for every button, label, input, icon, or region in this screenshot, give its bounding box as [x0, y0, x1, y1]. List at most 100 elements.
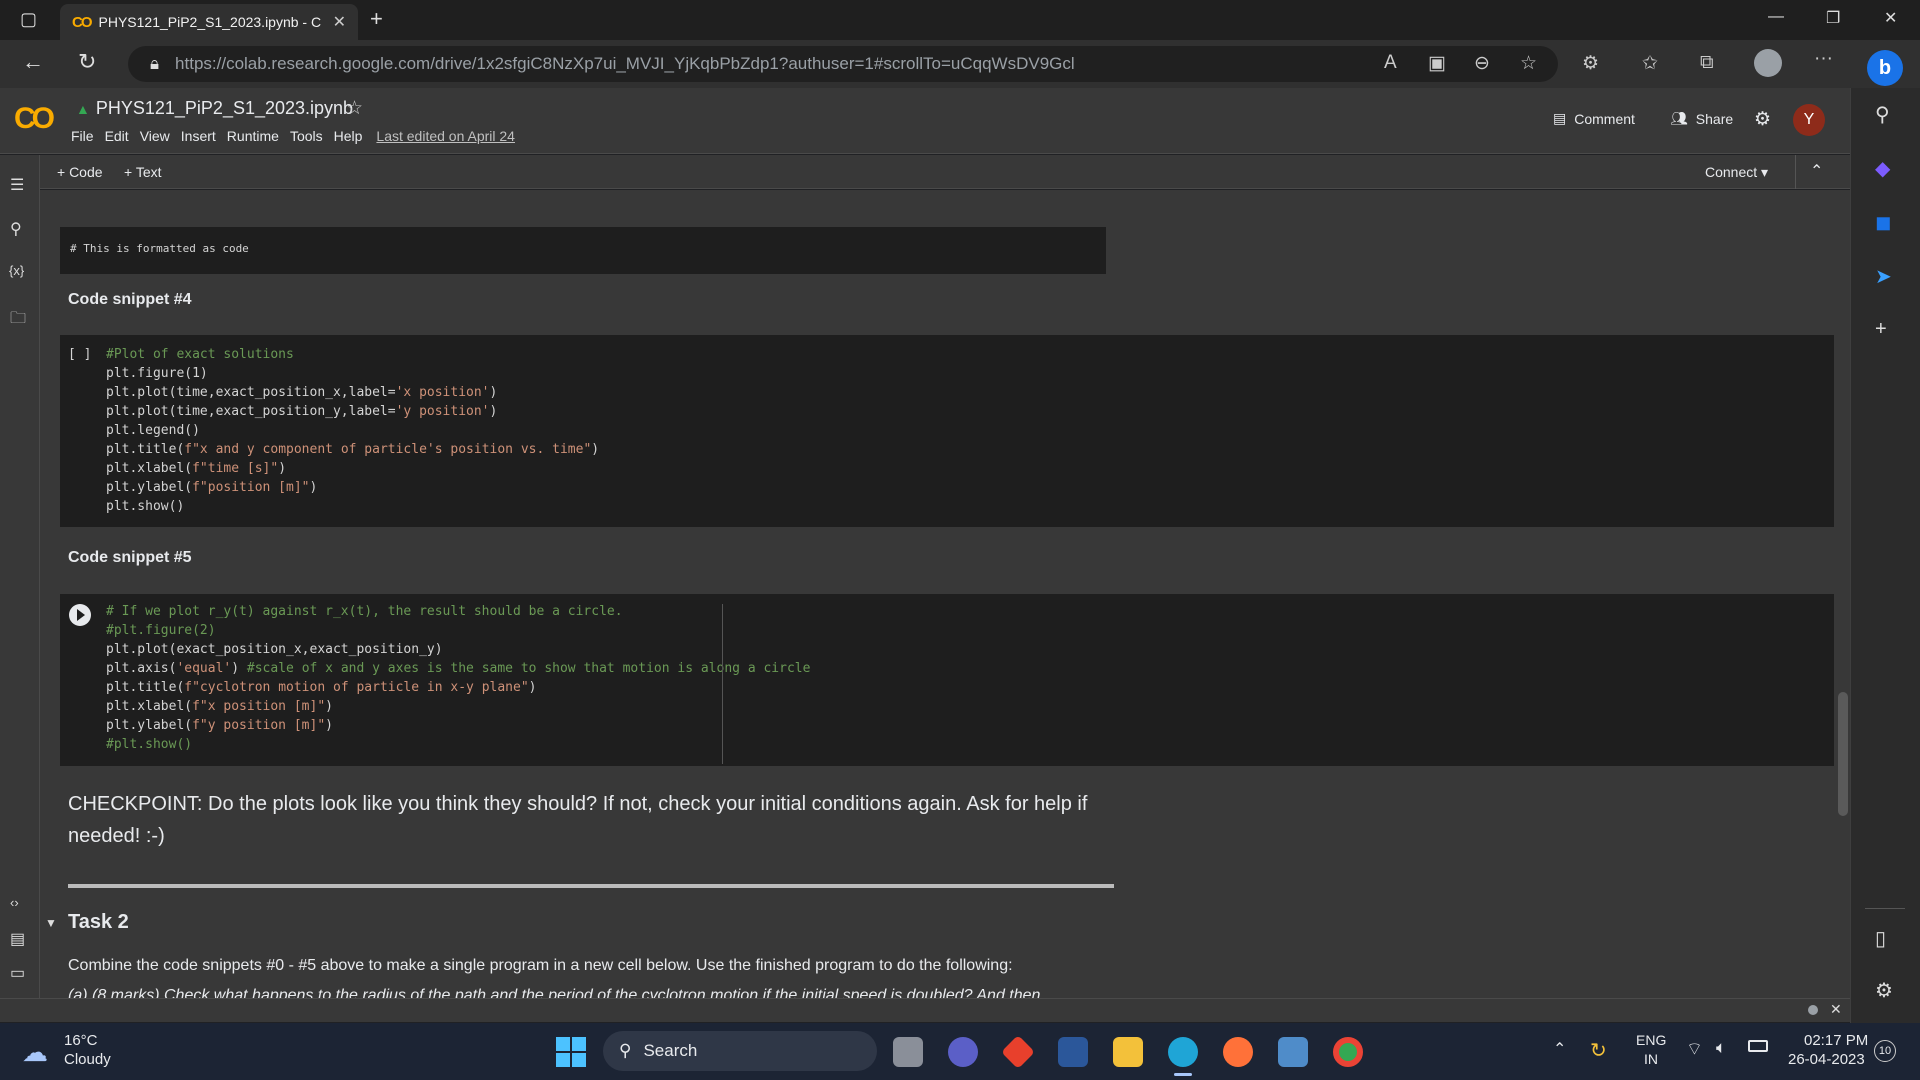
share-button[interactable]: 👥︎ Share: [1670, 110, 1733, 127]
restore-icon[interactable]: ❐: [1826, 8, 1840, 28]
taskbar-search[interactable]: ⚲ Search: [603, 1031, 877, 1071]
outlook-icon[interactable]: ◼: [1875, 210, 1892, 235]
files-icon[interactable]: 🗀︎: [10, 307, 26, 334]
clock-date[interactable]: 26-04-2023: [1788, 1051, 1865, 1068]
notebook-filename: PHYS121_PiP2_S1_2023.ipynb: [95, 98, 354, 118]
colab-logo[interactable]: CO: [14, 102, 55, 136]
sidebar-settings-icon[interactable]: ⚙: [1875, 978, 1893, 1003]
add-code-button[interactable]: + Code: [57, 164, 103, 180]
notebook-toolbar: + Code + Text Connect ▾ ⌃: [40, 155, 1850, 189]
add-sidebar-icon[interactable]: +: [1875, 318, 1887, 341]
add-favorite-icon[interactable]: ☆: [1520, 52, 1537, 75]
settings-icon[interactable]: ⚙: [1754, 108, 1771, 131]
variables-icon[interactable]: {x}: [9, 263, 24, 278]
menu-file[interactable]: File: [71, 128, 94, 144]
start-icon[interactable]: [556, 1037, 586, 1067]
menu-tools[interactable]: Tools: [290, 128, 323, 144]
copilot-icon[interactable]: ◆: [1875, 156, 1890, 181]
run-cell-icon[interactable]: [69, 604, 91, 626]
profile-icon[interactable]: [1754, 49, 1782, 77]
menu-help[interactable]: Help: [334, 128, 363, 144]
teams-icon[interactable]: [948, 1037, 978, 1067]
snippet5-heading: Code snippet #5: [68, 549, 192, 566]
status-dot-icon: [1808, 1005, 1818, 1015]
lang-in[interactable]: IN: [1644, 1051, 1658, 1067]
bing-icon[interactable]: b: [1867, 50, 1903, 86]
command-palette-icon[interactable]: ▤: [10, 929, 25, 949]
firefox-icon[interactable]: [1223, 1037, 1253, 1067]
terminal-icon[interactable]: ▭: [10, 963, 25, 983]
collections-icon[interactable]: ⧉: [1700, 52, 1714, 74]
active-app-indicator: [1174, 1073, 1192, 1076]
tab-title: PHYS121_PiP2_S1_2023.ipynb - C: [98, 14, 322, 30]
url-field[interactable]: 🔒︎ https://colab.research.google.com/dri…: [128, 46, 1558, 82]
code-snippet4-text[interactable]: #Plot of exact solutions plt.figure(1) p…: [106, 345, 599, 516]
sidebar-divider: [1865, 908, 1905, 909]
comment-button[interactable]: ▤ Comment: [1553, 110, 1635, 127]
menu-edit[interactable]: Edit: [105, 128, 129, 144]
temperature[interactable]: 16°C: [64, 1032, 98, 1049]
status-bar: ✕: [0, 998, 1850, 1022]
code-cell-snippet4[interactable]: [ ] #Plot of exact solutions plt.figure(…: [60, 335, 1834, 527]
edge-icon[interactable]: [1168, 1037, 1198, 1067]
scrollbar-thumb[interactable]: [1838, 692, 1848, 816]
left-rail: ☰ ⚲ {x} 🗀︎ ‹› ▤ ▭: [0, 155, 40, 998]
file-explorer-icon[interactable]: [1113, 1037, 1143, 1067]
word-icon[interactable]: [1058, 1037, 1088, 1067]
weather-text[interactable]: Cloudy: [64, 1051, 111, 1068]
close-window-icon[interactable]: ✕: [1884, 8, 1897, 28]
sync-icon[interactable]: ↻: [1590, 1038, 1607, 1063]
collapse-header-icon[interactable]: ⌃: [1810, 161, 1823, 181]
formatted-code-block[interactable]: # This is formatted as code: [60, 227, 1106, 274]
read-aloud-icon[interactable]: A: [1384, 52, 1397, 74]
zoom-out-icon[interactable]: ⊖: [1474, 52, 1490, 75]
volume-muted-icon[interactable]: 🔈︎: [1716, 1038, 1726, 1058]
collapse-section-icon[interactable]: ▼: [45, 916, 57, 930]
tab-actions-icon[interactable]: ▢: [20, 9, 37, 30]
table-of-contents-icon[interactable]: ☰: [10, 175, 24, 195]
clock-time[interactable]: 02:17 PM: [1804, 1032, 1868, 1049]
sidebar-search-icon[interactable]: ⚲: [1875, 102, 1890, 127]
minimize-icon[interactable]: —: [1768, 8, 1784, 26]
new-tab-icon[interactable]: +: [370, 6, 383, 32]
app-red-icon[interactable]: [1001, 1035, 1035, 1069]
browser-tab[interactable]: CO PHYS121_PiP2_S1_2023.ipynb - C ✕: [60, 4, 358, 40]
close-tab-icon[interactable]: ✕: [333, 12, 346, 32]
star-icon[interactable]: ☆: [346, 97, 363, 120]
execution-count[interactable]: [ ]: [68, 345, 91, 364]
code-cell-snippet5[interactable]: # If we plot r_y(t) against r_x(t), the …: [60, 594, 1834, 766]
notification-badge[interactable]: 10: [1874, 1040, 1896, 1062]
code-snippets-icon[interactable]: ‹›: [10, 895, 19, 910]
connect-button[interactable]: Connect ▾: [1705, 164, 1768, 181]
add-text-button[interactable]: + Text: [124, 164, 162, 180]
more-icon[interactable]: ···: [1814, 48, 1833, 70]
menu-runtime[interactable]: Runtime: [227, 128, 279, 144]
refresh-icon[interactable]: ↻: [78, 49, 96, 75]
task-view-icon[interactable]: [893, 1037, 923, 1067]
close-status-icon[interactable]: ✕: [1830, 1001, 1842, 1018]
battery-icon[interactable]: [1748, 1040, 1768, 1052]
chevron-up-icon[interactable]: ⌃: [1553, 1039, 1566, 1059]
share-label: Share: [1695, 110, 1734, 127]
url-host: https://colab.research.google.com: [175, 54, 431, 73]
chrome-icon[interactable]: [1333, 1037, 1363, 1067]
favorites-icon[interactable]: ✩: [1642, 52, 1658, 75]
last-edited-link[interactable]: Last edited on April 24: [376, 128, 515, 144]
menu-view[interactable]: View: [140, 128, 170, 144]
wifi-icon[interactable]: ⌔: [1686, 1038, 1703, 1061]
colab-favicon-icon: CO: [72, 13, 92, 31]
formatted-code-text: # This is formatted as code: [70, 242, 249, 255]
photos-icon[interactable]: [1278, 1037, 1308, 1067]
extensions-icon[interactable]: ⚙: [1582, 52, 1599, 75]
avatar[interactable]: Y: [1793, 104, 1825, 136]
back-icon[interactable]: ←: [22, 49, 44, 75]
send-icon[interactable]: ➤: [1875, 264, 1892, 289]
menu-insert[interactable]: Insert: [181, 128, 216, 144]
lang-eng[interactable]: ENG: [1636, 1032, 1666, 1048]
reader-view-icon[interactable]: ▣: [1428, 52, 1446, 75]
hide-sidebar-icon[interactable]: ▯: [1875, 926, 1886, 951]
code-snippet5-text[interactable]: # If we plot r_y(t) against r_x(t), the …: [106, 602, 810, 754]
notebook-title[interactable]: ▲ PHYS121_PiP2_S1_2023.ipynb: [76, 98, 353, 119]
windows-taskbar: ☁ 16°C Cloudy ⚲ Search ⌃ ↻ ENG IN ⌔ 🔈︎ 0…: [0, 1023, 1920, 1080]
search-icon[interactable]: ⚲: [10, 219, 22, 239]
